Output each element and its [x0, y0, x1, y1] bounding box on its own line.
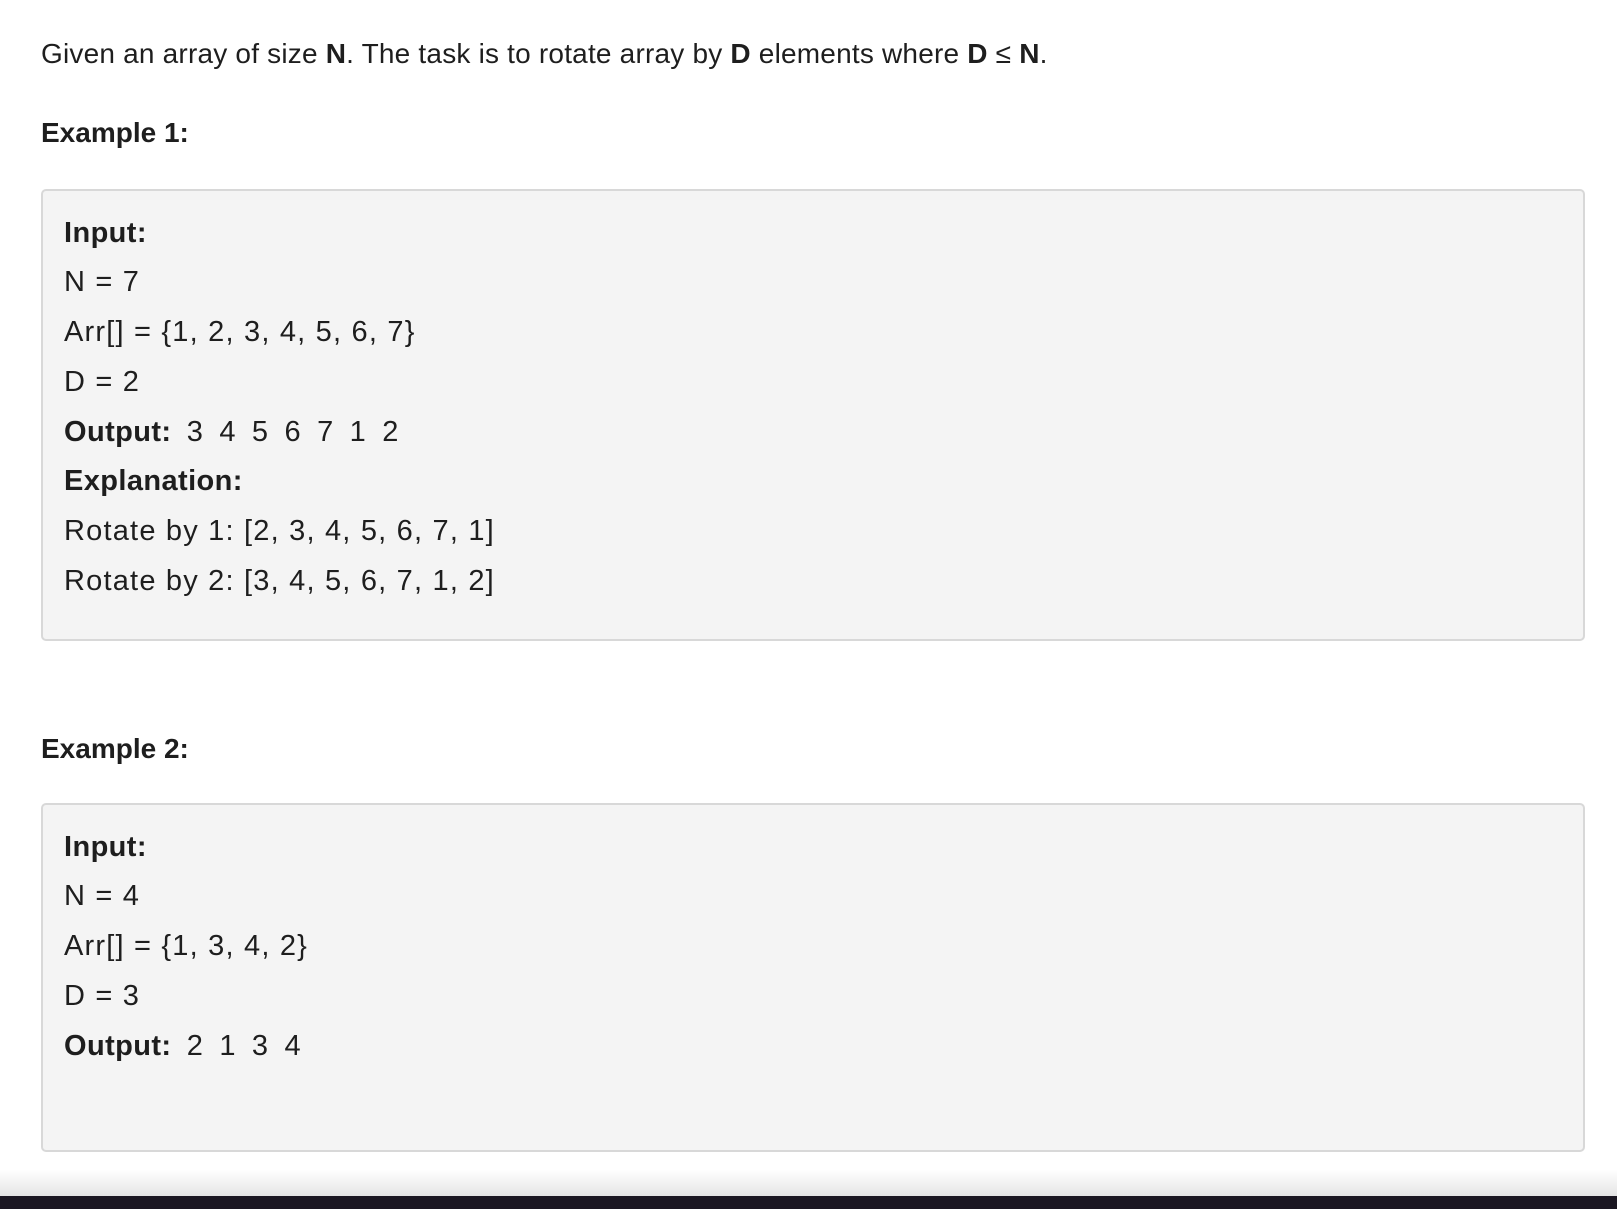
bottom-shadow [0, 1170, 1617, 1196]
explanation-line: Rotate by 2: [3, 4, 5, 6, 7, 1, 2] [64, 565, 495, 597]
input-label: Input: [64, 217, 147, 249]
n-line: N = 7 [64, 266, 141, 298]
statement-text: elements where [750, 38, 968, 69]
output-label: Output: [64, 416, 172, 448]
statement-bold-d: D [730, 38, 751, 69]
d-line: D = 3 [64, 980, 141, 1012]
output-value: 3 4 5 6 7 1 2 [171, 416, 400, 448]
input-label: Input: [64, 831, 147, 863]
arr-line: Arr[] = {1, 3, 4, 2} [64, 930, 309, 962]
output-value: 2 1 3 4 [171, 1030, 302, 1062]
problem-statement: Given an array of size N. The task is to… [41, 36, 1048, 72]
d-line: D = 2 [64, 366, 141, 398]
statement-bold-n: N [325, 38, 347, 69]
statement-text: ≤ [987, 38, 1020, 69]
example-1-heading: Example 1: [41, 117, 189, 148]
n-line: N = 4 [64, 880, 141, 912]
output-line: Output: 3 4 5 6 7 1 2 [64, 414, 400, 450]
statement-text: Given an array of size [41, 38, 326, 69]
output-line: Output: 2 1 3 4 [64, 1028, 302, 1064]
explanation-label: Explanation: [64, 465, 243, 497]
output-label: Output: [64, 1030, 172, 1062]
example-2-heading: Example 2: [41, 733, 189, 764]
example-2-box: Input: N = 4 Arr[] = {1, 3, 4, 2} D = 3 … [41, 803, 1585, 1152]
statement-bold-d: D [967, 38, 988, 69]
arr-line: Arr[] = {1, 2, 3, 4, 5, 6, 7} [64, 316, 416, 348]
statement-text: . [1039, 38, 1048, 69]
statement-bold-n: N [1019, 38, 1040, 69]
bottom-bar [0, 1196, 1617, 1209]
statement-text: . The task is to rotate array by [346, 38, 731, 69]
example-1-box: Input: N = 7 Arr[] = {1, 2, 3, 4, 5, 6, … [41, 189, 1585, 641]
explanation-line: Rotate by 1: [2, 3, 4, 5, 6, 7, 1] [64, 515, 495, 547]
